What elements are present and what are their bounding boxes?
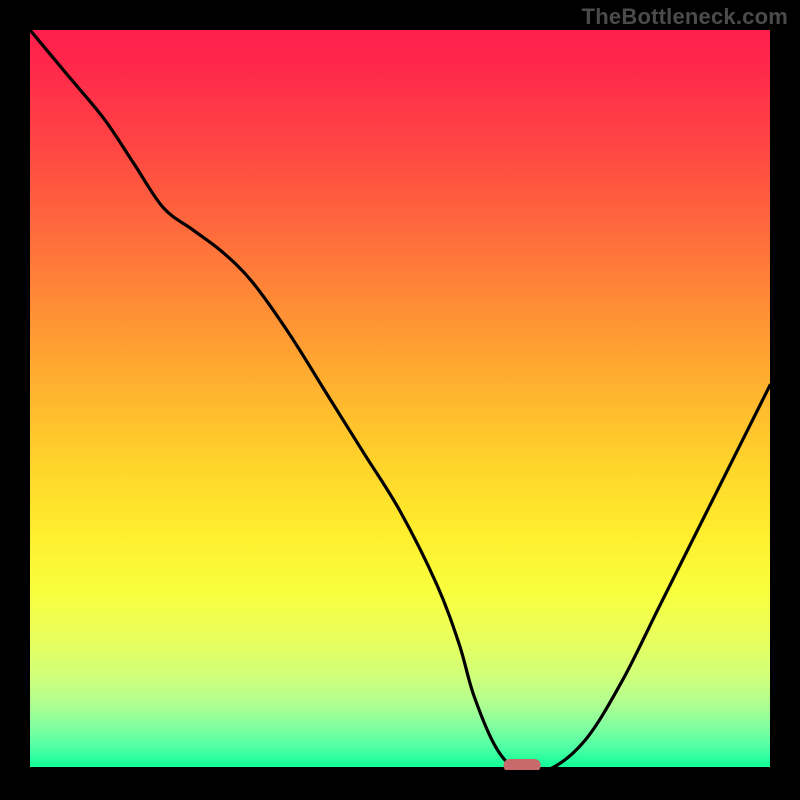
- watermark-text: TheBottleneck.com: [582, 4, 788, 30]
- curve-layer: [30, 30, 770, 770]
- bottleneck-curve: [30, 30, 770, 770]
- optimum-marker: [504, 759, 541, 770]
- plot-area: [30, 30, 770, 770]
- chart-frame: TheBottleneck.com: [0, 0, 800, 800]
